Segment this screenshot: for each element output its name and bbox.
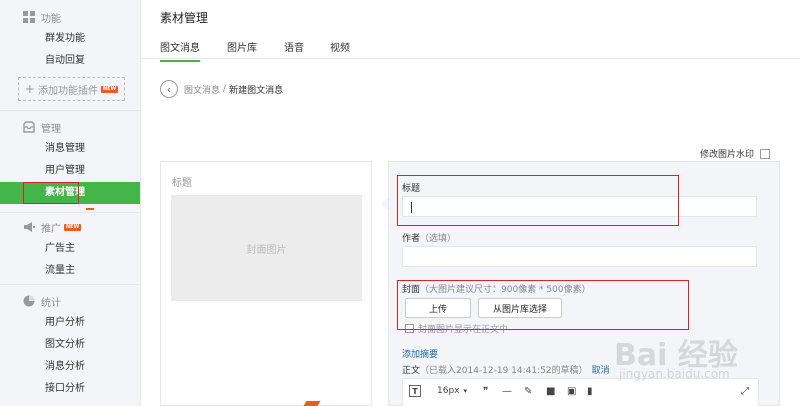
sidebar-head-functions: 功能	[0, 7, 140, 27]
video-icon[interactable]: ■	[546, 384, 555, 398]
sidebar-divider	[0, 110, 140, 111]
grid-icon	[23, 11, 35, 23]
preview-cover-image: 封面图片	[171, 195, 362, 301]
back-arrow-icon[interactable]: ‹	[160, 80, 178, 98]
page-title: 素材管理	[160, 11, 209, 25]
sidebar-item-message-analytics[interactable]: 消息分析	[0, 356, 140, 378]
tab-video[interactable]: 视频	[330, 39, 350, 54]
breadcrumb: ‹ 图文消息 / 新建图文消息	[160, 80, 283, 98]
cancel-draft-link[interactable]: 取消	[592, 366, 610, 376]
editor-toolbar: T 16px ▾ ❞ — ✎ ■ ▣ ▮ ⤢	[402, 378, 759, 406]
format-brush-icon[interactable]: ✎	[524, 384, 532, 398]
add-summary-link[interactable]: 添加摘要	[402, 347, 438, 360]
sidebar-item-article-analytics[interactable]: 图文分析	[0, 334, 140, 356]
sidebar-divider	[0, 284, 140, 285]
tab-bar: 图文消息 图片库 语音 视频	[141, 34, 800, 62]
watermark-checkbox[interactable]	[760, 148, 771, 159]
breadcrumb-parent[interactable]: 图文消息	[184, 83, 220, 96]
sidebar-item-api-analytics[interactable]: 接口分析	[0, 378, 140, 400]
chevron-down-icon: ▾	[463, 387, 468, 395]
author-label-text: 作者	[402, 234, 421, 244]
body-label-text: 正文	[402, 366, 421, 376]
highlight-box	[397, 280, 689, 330]
sidebar-item-publisher[interactable]: 流量主	[0, 260, 140, 282]
divider-icon[interactable]: —	[502, 384, 512, 398]
sidebar-item-broadcast[interactable]: 群发功能	[0, 28, 140, 50]
add-plugin-label: 添加功能插件	[37, 85, 98, 97]
sidebar-section-manage: 管理 消息管理 用户管理 素材管理	[0, 117, 140, 204]
sidebar-head-manage: 管理	[0, 117, 140, 137]
new-badge: NEW	[100, 85, 119, 93]
new-badge: NEW	[64, 223, 82, 231]
sidebar-section-stats: 统计 用户分析 图文分析 消息分析 接口分析	[0, 291, 140, 400]
sidebar-item-messages[interactable]: 消息管理	[0, 138, 140, 160]
tab-images[interactable]: 图片库	[227, 39, 257, 54]
author-input[interactable]	[402, 246, 757, 267]
sidebar-divider	[0, 212, 140, 213]
inbox-icon	[23, 121, 35, 133]
sidebar-section-promo: 推广 NEW 广告主 流量主	[0, 217, 140, 282]
sidebar-head-promo: 推广 NEW	[0, 217, 140, 237]
body-label: 正文（已载入2014-12-19 14:41:52的草稿） 取消	[402, 363, 610, 376]
image-icon[interactable]: ▣	[567, 384, 576, 398]
highlight-box	[23, 182, 79, 204]
tab-voice[interactable]: 语音	[284, 39, 304, 54]
panel-pointer	[381, 197, 388, 211]
breadcrumb-separator: /	[223, 84, 227, 94]
watermark-option-label: 修改图片水印	[700, 150, 755, 160]
sidebar-head-stats: 统计	[0, 291, 140, 311]
author-label: 作者（选填）	[402, 231, 456, 244]
quote-icon[interactable]: ❞	[483, 384, 488, 398]
sidebar-item-materials[interactable]: 素材管理	[0, 182, 140, 204]
preview-title: 标题	[172, 178, 192, 189]
baidu-watermark-url: jingyan.baidu.com	[619, 367, 730, 381]
text-format-icon[interactable]: T	[409, 385, 421, 397]
sidebar-head-label: 功能	[41, 13, 61, 25]
sidebar-head-label: 管理	[41, 123, 61, 135]
chart-icon[interactable]: ▮	[587, 384, 593, 398]
megaphone-icon	[23, 221, 35, 233]
sidebar-head-label: 统计	[41, 297, 61, 309]
highlight-box	[397, 175, 679, 226]
new-marker	[86, 208, 94, 210]
sidebar-section-functions: 功能 群发功能 自动回复	[0, 7, 140, 72]
tab-articles[interactable]: 图文消息	[160, 39, 200, 62]
pie-chart-icon	[23, 295, 35, 307]
sidebar-item-auto-reply[interactable]: 自动回复	[0, 50, 140, 72]
author-hint: （选填）	[420, 234, 457, 244]
breadcrumb-current: 新建图文消息	[229, 85, 284, 96]
draft-info: （已载入2014-12-19 14:41:52的草稿）	[420, 366, 588, 376]
font-size-value: 16px	[437, 386, 460, 396]
sidebar-item-advertiser[interactable]: 广告主	[0, 238, 140, 260]
sidebar: 功能 群发功能 自动回复 + 添加功能插件 NEW 管理 消息管理 用户管理 素…	[0, 0, 141, 406]
watermark-option[interactable]: 修改图片水印	[700, 147, 771, 160]
article-preview-card[interactable]: 标题 封面图片	[160, 161, 372, 406]
sidebar-item-users[interactable]: 用户管理	[0, 160, 140, 182]
sidebar-head-label: 推广	[41, 223, 61, 235]
sidebar-item-user-analytics[interactable]: 用户分析	[0, 312, 140, 334]
fullscreen-icon[interactable]: ⤢	[741, 384, 749, 398]
orange-arrow-mark	[303, 401, 321, 406]
plus-icon: +	[24, 82, 35, 96]
font-size-select[interactable]: 16px ▾	[437, 384, 467, 398]
add-plugin-button[interactable]: + 添加功能插件 NEW	[18, 77, 125, 101]
